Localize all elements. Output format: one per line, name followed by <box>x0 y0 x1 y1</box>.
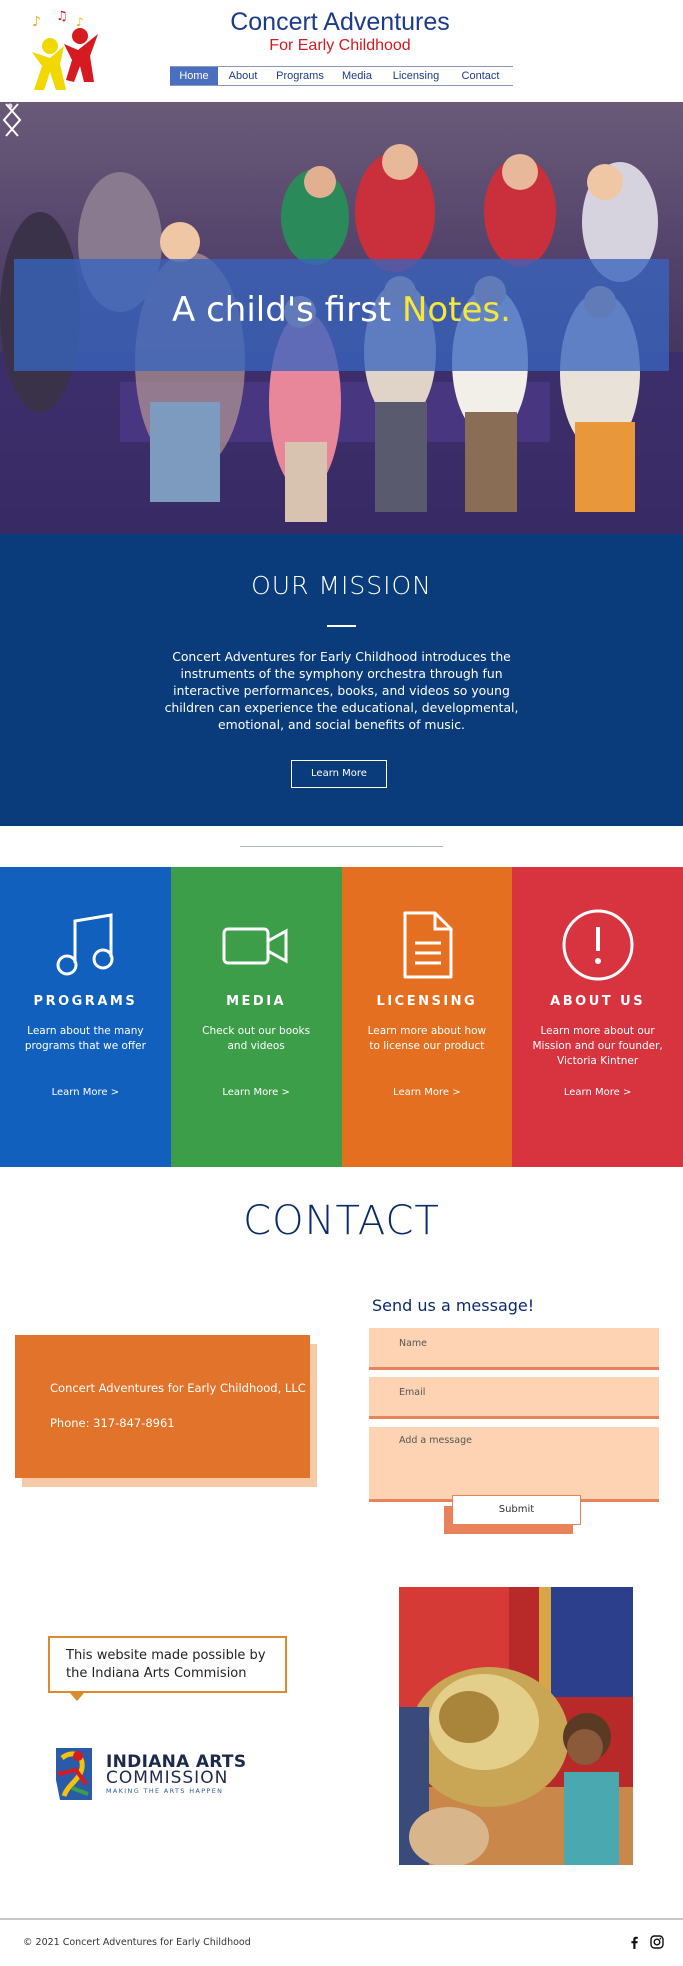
tuba-child-photo <box>399 1587 633 1865</box>
tile-description: Learn about the many programs that we of… <box>24 1025 146 1052</box>
tile-title: MEDIA <box>226 994 287 1009</box>
tile-title: ABOUT US <box>550 994 646 1009</box>
contact-heading: CONTACT <box>243 1198 440 1244</box>
hero-headline-text: A child's first <box>172 290 402 330</box>
site-header: ♪ ♫ ♪ Concert Adventures For Early Child… <box>0 0 683 102</box>
tile-learn-more-link[interactable]: Learn More > <box>0 1087 171 1098</box>
tile-title: LICENSING <box>376 994 478 1009</box>
facebook-icon[interactable] <box>628 1936 640 1949</box>
nav-about[interactable]: About <box>218 67 268 85</box>
info-exclamation-icon <box>562 909 634 981</box>
callout-tail <box>70 1693 84 1701</box>
iac-name-line2: COMMISSION <box>106 1768 229 1788</box>
tile-learn-more-link[interactable]: Learn More > <box>512 1087 683 1098</box>
section-divider <box>240 846 443 847</box>
instagram-icon[interactable] <box>650 1935 664 1949</box>
tile-description: Check out our books and videos <box>202 1025 311 1052</box>
tile-description: Learn more about how to license our prod… <box>367 1025 487 1052</box>
main-nav: Home About Programs Media Licensing Cont… <box>170 66 513 86</box>
feature-tiles: PROGRAMS Learn about the many programs t… <box>0 867 683 1167</box>
contact-info-card: Concert Adventures for Early Childhood, … <box>15 1335 310 1478</box>
nav-contact[interactable]: Contact <box>450 67 511 85</box>
message-field[interactable]: Add a message <box>369 1427 659 1502</box>
mission-section: OUR MISSION Concert Adventures for Early… <box>0 534 683 826</box>
tile-title: PROGRAMS <box>33 994 138 1009</box>
footer-divider <box>0 1918 683 1920</box>
music-note-icon <box>56 913 114 976</box>
tile-programs[interactable]: PROGRAMS Learn about the many programs t… <box>0 867 171 1167</box>
nav-licensing[interactable]: Licensing <box>382 67 450 85</box>
iac-tagline: MAKING THE ARTS HAPPEN <box>106 1787 224 1795</box>
hero-headline-highlight: Notes. <box>401 290 511 330</box>
hero-headline: A child's first Notes. <box>0 290 683 330</box>
mission-title: OUR MISSION <box>251 571 432 600</box>
video-camera-icon <box>222 927 288 965</box>
tile-about-us[interactable]: ABOUT US Learn more about our Mission an… <box>512 867 683 1167</box>
sponsor-callout: This website made possible by the Indian… <box>48 1636 287 1693</box>
name-field[interactable]: Name <box>369 1328 659 1370</box>
tile-media[interactable]: MEDIA Check out our books and videos Lea… <box>170 867 342 1167</box>
email-field[interactable]: Email <box>369 1377 659 1419</box>
hero-slideshow[interactable]: A child's first Notes. <box>0 102 683 534</box>
tile-learn-more-link[interactable]: Learn More > <box>171 1087 342 1098</box>
form-title: Send us a message! <box>372 1296 535 1315</box>
mission-learn-more-button[interactable]: Learn More <box>291 760 387 788</box>
company-name: Concert Adventures for Early Childhood, … <box>50 1381 306 1395</box>
nav-home[interactable]: Home <box>170 67 218 85</box>
nav-media[interactable]: Media <box>332 67 382 85</box>
site-subtitle: For Early Childhood <box>269 37 411 54</box>
logo-dancing-kids-icon[interactable]: ♪ ♫ ♪ <box>20 6 112 96</box>
mission-text: Concert Adventures for Early Childhood i… <box>164 649 519 732</box>
svg-text:♪: ♪ <box>76 15 84 29</box>
mission-divider <box>327 625 356 627</box>
slideshow-dots[interactable] <box>0 102 20 110</box>
submit-button[interactable]: Submit <box>452 1495 581 1525</box>
svg-text:♪: ♪ <box>32 14 41 30</box>
tile-description: Learn more about our Mission and our fou… <box>532 1025 663 1067</box>
tile-licensing[interactable]: LICENSING Learn more about how to licens… <box>341 867 513 1167</box>
document-icon <box>403 911 453 979</box>
site-title: Concert Adventures <box>230 8 450 36</box>
phone-number[interactable]: Phone: 317-847-8961 <box>50 1416 175 1430</box>
copyright-text: © 2021 Concert Adventures for Early Chil… <box>23 1937 251 1948</box>
tile-learn-more-link[interactable]: Learn More > <box>342 1087 513 1098</box>
nav-programs[interactable]: Programs <box>268 67 332 85</box>
svg-text:♫: ♫ <box>56 9 68 24</box>
